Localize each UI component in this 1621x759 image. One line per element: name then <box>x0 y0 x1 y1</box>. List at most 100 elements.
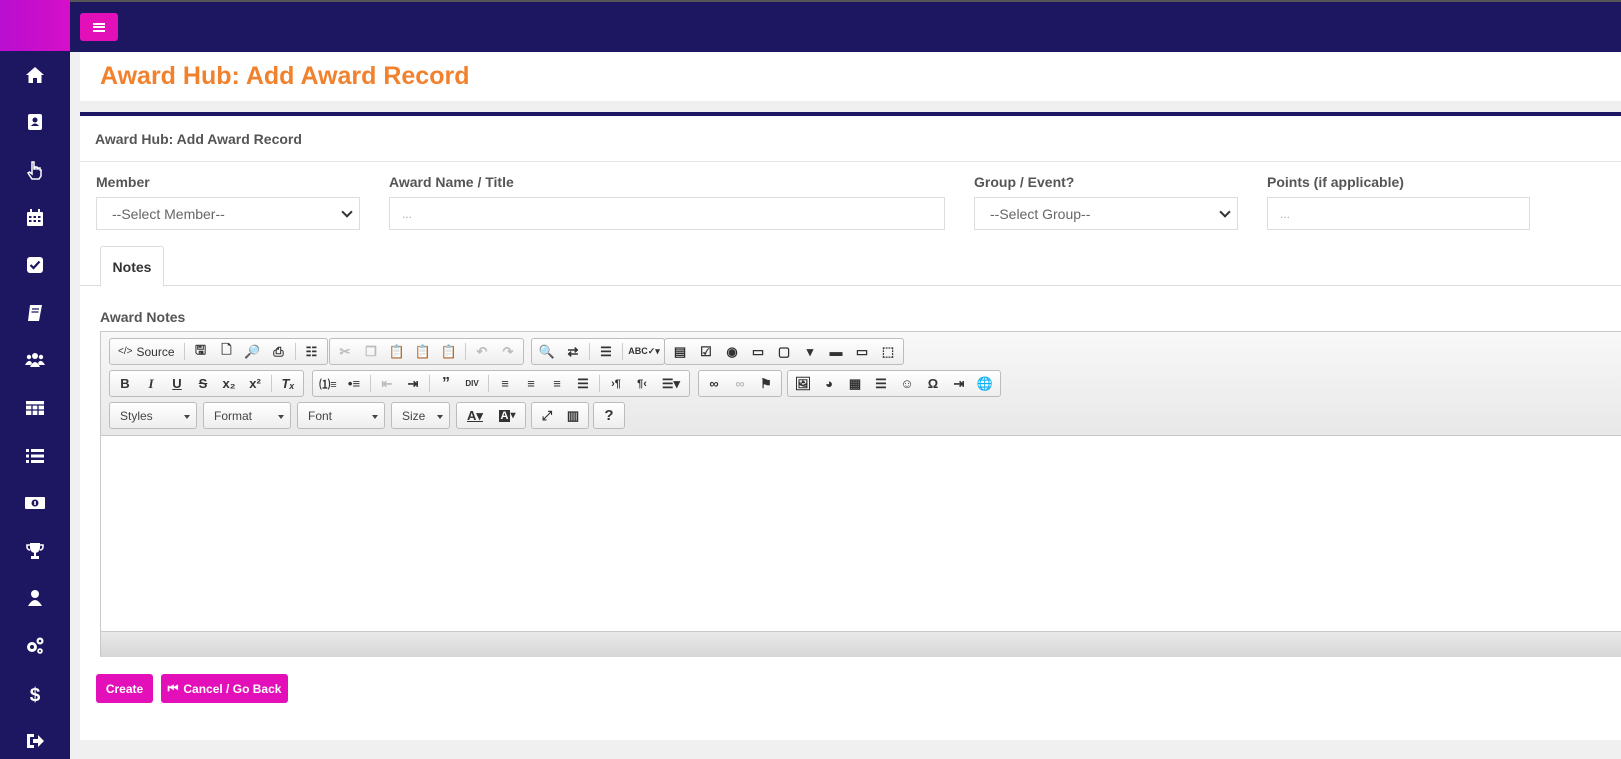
format-combo[interactable]: Format <box>203 402 291 429</box>
spellcheck-button[interactable]: ABC✓▾ <box>626 340 662 363</box>
rtl-button[interactable]: ¶‹ <box>629 372 655 395</box>
brand-logo[interactable] <box>0 0 70 51</box>
flash-button[interactable]: ◕ <box>816 372 842 395</box>
div-button[interactable]: DIV <box>459 372 485 395</box>
sidebar-item-book[interactable] <box>0 289 70 337</box>
unlink-button[interactable]: ∞ <box>727 372 753 395</box>
menu-toggle-button[interactable] <box>80 13 118 41</box>
outdent-button[interactable]: ⇤ <box>374 372 400 395</box>
hidden-field-button[interactable]: ⬚ <box>875 340 901 363</box>
redo-button[interactable]: ↷ <box>495 340 521 363</box>
award-name-input[interactable]: ... <box>389 197 945 230</box>
paste-word-button[interactable]: 📋 <box>436 340 462 363</box>
subscript-button[interactable]: x₂ <box>216 372 242 395</box>
paste-text-button[interactable]: 📋 <box>410 340 436 363</box>
font-combo[interactable]: Font <box>297 402 385 429</box>
svg-text:$: $ <box>30 685 41 704</box>
sidebar-item-home[interactable] <box>0 51 70 99</box>
replace-button[interactable]: ⇄ <box>560 340 586 363</box>
checkbox-button[interactable]: ☑ <box>693 340 719 363</box>
numbered-list-button[interactable]: ⑴≡ <box>315 372 341 395</box>
anchor-button[interactable]: ⚑ <box>753 372 779 395</box>
align-right-button[interactable]: ≡ <box>544 372 570 395</box>
special-char-button[interactable]: Ω <box>920 372 946 395</box>
maximize-button[interactable]: ⤢ <box>534 404 560 427</box>
create-button[interactable]: Create <box>96 674 153 703</box>
italic-button[interactable]: I <box>138 372 164 395</box>
iframe-button[interactable]: 🌐 <box>972 372 998 395</box>
cancel-button[interactable]: ⏮ Cancel / Go Back <box>161 674 288 703</box>
textarea-button[interactable]: ▢ <box>771 340 797 363</box>
sidebar-nav: $ <box>0 51 70 759</box>
bg-color-button[interactable]: A ▾ <box>491 404 523 427</box>
templates-button[interactable]: ☷ <box>299 340 325 363</box>
justify-button[interactable]: ☰ <box>570 372 596 395</box>
print-button[interactable]: ⎙ <box>266 340 292 363</box>
numbered-list-icon: ⑴≡ <box>319 378 337 391</box>
sidebar-item-profile[interactable] <box>0 575 70 623</box>
align-left-button[interactable]: ≡ <box>492 372 518 395</box>
size-combo[interactable]: Size <box>391 402 450 429</box>
undo-button[interactable]: ↶ <box>469 340 495 363</box>
link-button[interactable]: ∞ <box>701 372 727 395</box>
paste-text-icon: 📋 <box>414 343 432 359</box>
superscript-button[interactable]: x² <box>242 372 268 395</box>
radio-button[interactable]: ◉ <box>719 340 745 363</box>
group-select[interactable]: --Select Group-- <box>974 197 1238 230</box>
bulleted-list-button[interactable]: •≡ <box>341 372 367 395</box>
styles-combo[interactable]: Styles <box>109 402 197 429</box>
caret-down-icon <box>184 415 190 419</box>
bg-color-icon: A <box>498 409 511 422</box>
sidebar-item-tasks[interactable] <box>0 241 70 289</box>
horizontal-rule-button[interactable]: ☰ <box>868 372 894 395</box>
paste-button[interactable]: 📋 <box>384 340 410 363</box>
blockquote-button[interactable]: ” <box>433 372 459 395</box>
sidebar-item-pointer[interactable] <box>0 146 70 194</box>
remove-format-button[interactable]: Tₓ <box>275 372 301 395</box>
sidebar-item-users[interactable] <box>0 337 70 385</box>
align-left-icon: ≡ <box>501 376 509 391</box>
sidebar-item-awards[interactable] <box>0 527 70 575</box>
toolbar-find-group: 🔍 ⇄ ☰ ABC✓▾ <box>531 338 665 365</box>
sidebar-item-billing[interactable]: $ <box>0 670 70 718</box>
table-button[interactable]: ▦ <box>842 372 868 395</box>
sidebar-item-table[interactable] <box>0 384 70 432</box>
image-button-button[interactable]: ▭ <box>849 340 875 363</box>
form-button[interactable]: ▤ <box>667 340 693 363</box>
text-color-button[interactable]: A▾ <box>459 404 491 427</box>
preview-button[interactable]: 🔎 <box>240 340 266 363</box>
text-color-icon: A▾ <box>467 407 483 423</box>
smiley-button[interactable]: ☺ <box>894 372 920 395</box>
save-button[interactable]: 🖫 <box>188 340 214 363</box>
sidebar-item-logout[interactable] <box>0 717 70 759</box>
editor-content-area[interactable] <box>101 436 1621 631</box>
language-button[interactable]: ☰▾ <box>655 372 687 395</box>
strike-button[interactable]: S <box>190 372 216 395</box>
button-field-button[interactable]: ▬ <box>823 340 849 363</box>
member-select[interactable]: --Select Member-- <box>96 197 360 230</box>
tab-notes[interactable]: Notes <box>100 246 164 287</box>
points-input[interactable]: ... <box>1267 197 1530 230</box>
indent-button[interactable]: ⇥ <box>400 372 426 395</box>
text-field-button[interactable]: ▭ <box>745 340 771 363</box>
ltr-button[interactable]: ›¶ <box>603 372 629 395</box>
bold-button[interactable]: B <box>112 372 138 395</box>
image-button[interactable]: 🖼 <box>790 372 816 395</box>
show-blocks-button[interactable]: ▥ <box>560 404 586 427</box>
page-break-button[interactable]: ⇥ <box>946 372 972 395</box>
cut-button[interactable]: ✂ <box>332 340 358 363</box>
find-button[interactable]: 🔍 <box>534 340 560 363</box>
select-field-button[interactable]: ▾ <box>797 340 823 363</box>
new-page-button[interactable]: 🗋 <box>214 340 240 363</box>
underline-button[interactable]: U <box>164 372 190 395</box>
help-button[interactable]: ? <box>596 404 622 427</box>
source-button[interactable]: </> Source <box>112 340 181 363</box>
select-all-button[interactable]: ☰ <box>593 340 619 363</box>
copy-button[interactable]: ❐ <box>358 340 384 363</box>
sidebar-item-settings[interactable] <box>0 622 70 670</box>
sidebar-item-payments[interactable] <box>0 479 70 527</box>
sidebar-item-calendar[interactable] <box>0 194 70 242</box>
sidebar-item-contacts[interactable] <box>0 99 70 147</box>
sidebar-item-list[interactable] <box>0 432 70 480</box>
align-center-button[interactable]: ≡ <box>518 372 544 395</box>
